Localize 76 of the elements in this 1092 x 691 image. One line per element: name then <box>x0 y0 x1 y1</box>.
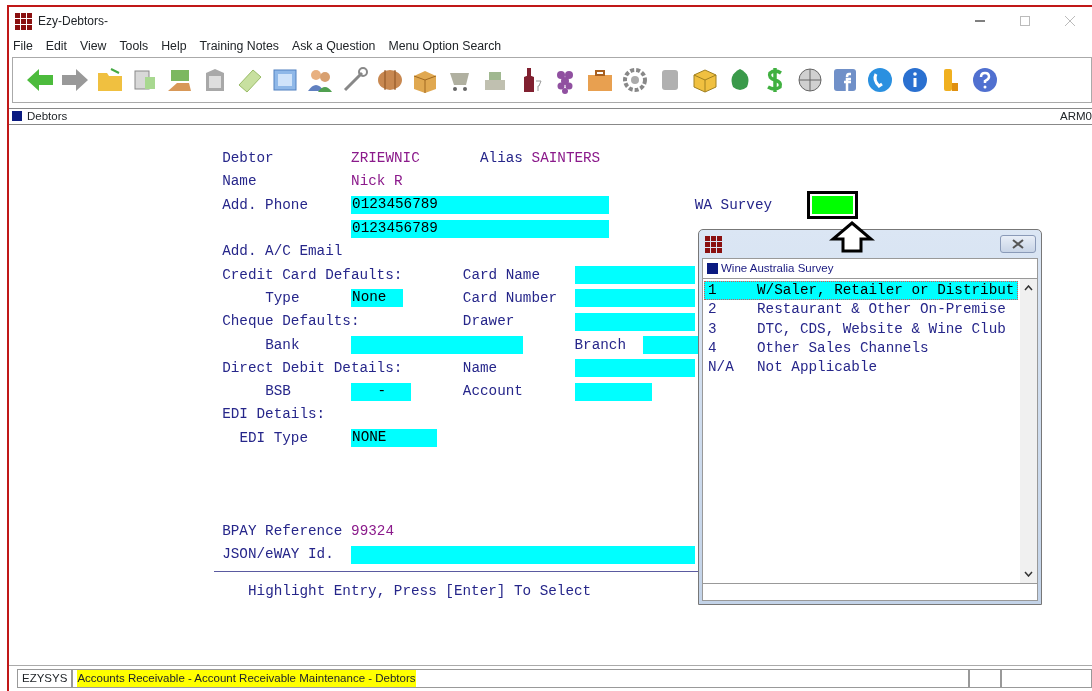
help-icon[interactable] <box>970 65 1000 95</box>
gear-icon[interactable] <box>620 65 650 95</box>
globe-icon[interactable] <box>795 65 825 95</box>
input-field[interactable] <box>574 266 695 285</box>
scroll-up-icon[interactable] <box>1024 285 1033 291</box>
close-icon <box>1012 239 1024 249</box>
field-value: Nick R <box>351 173 403 191</box>
field-value: 99324 <box>351 522 394 540</box>
menu-item[interactable]: Ask a Question <box>292 36 376 56</box>
field-label: BPAY Reference <box>222 522 343 540</box>
hint-text: Highlight Entry, Press [Enter] To Select <box>248 582 592 602</box>
app-icon <box>15 12 32 30</box>
popup-caption: Wine Australia Survey <box>721 260 834 276</box>
input-field[interactable]: 0123456789 <box>351 196 609 215</box>
up-arrow-icon <box>829 221 875 253</box>
maximize-icon[interactable] <box>1019 16 1030 26</box>
menu-item[interactable]: Menu Option Search <box>388 36 502 56</box>
tab-square-icon <box>12 111 23 122</box>
input-field[interactable] <box>351 336 523 354</box>
field-label: Card Name <box>462 266 541 284</box>
menu-item[interactable]: Training Notes <box>199 36 279 56</box>
app-icon <box>705 235 722 253</box>
field-label: Direct Debit Details: <box>222 359 403 377</box>
input-field[interactable]: 0123456789 <box>351 219 609 238</box>
scroll-down-icon[interactable] <box>1024 571 1033 577</box>
field-label: Credit Card Defaults: <box>222 266 403 284</box>
field-label: JSON/eWAY Id. <box>222 546 334 564</box>
list-item[interactable]: 4 Other Sales Channels <box>704 338 1018 359</box>
input-field[interactable]: - <box>351 382 412 401</box>
field-label: Card Number <box>462 289 558 307</box>
list-item[interactable]: 3 DTC, CDS, Website & Wine Club <box>704 319 1018 339</box>
field-label: Alias <box>480 150 523 168</box>
input-field[interactable] <box>574 359 695 378</box>
field-label: Branch <box>574 336 626 354</box>
list-item[interactable]: 2 Restaurant & Other On-Premise <box>704 300 1018 320</box>
field-label: Name <box>222 173 257 191</box>
window-title: Ezy-Debtors- <box>38 13 108 30</box>
field-label: BSB <box>265 383 291 401</box>
input-field[interactable] <box>574 289 695 308</box>
scrollbar[interactable] <box>1020 279 1037 583</box>
screen-code: ARM0 <box>1060 108 1092 124</box>
menu-item[interactable]: Edit <box>45 36 68 56</box>
input-field[interactable]: None <box>351 289 403 308</box>
field-label: Bank <box>265 336 300 354</box>
close-button[interactable] <box>1000 235 1036 253</box>
field-label: WA Survey <box>694 196 773 214</box>
field-label: Cheque Defaults: <box>222 313 360 331</box>
field-label: EDI Details: <box>222 406 326 424</box>
caption-square-icon <box>707 263 718 274</box>
tab[interactable]: Debtors <box>27 107 68 126</box>
field-label: Drawer <box>462 313 515 331</box>
input-field[interactable]: NONE <box>351 429 438 448</box>
status-user: EZYSYS <box>17 669 73 688</box>
menu-item[interactable]: Help <box>161 36 187 56</box>
input-field[interactable] <box>574 382 652 401</box>
input-field[interactable] <box>351 545 695 564</box>
field-label: Type <box>265 289 300 307</box>
field-label: Add. Phone <box>222 196 308 214</box>
list-item[interactable]: 1 W/Saler, Retailer or Distribut <box>704 281 1018 301</box>
field-label: Add. A/C Email <box>222 243 343 261</box>
phone-circle-icon[interactable] <box>865 65 895 95</box>
field-label: EDI Type <box>239 429 308 447</box>
field-label: Account <box>462 383 523 401</box>
field-value: SAINTERS <box>531 150 601 168</box>
input-field[interactable] <box>574 312 695 331</box>
list-item[interactable]: N/A Not Applicable <box>704 358 1018 378</box>
info-icon[interactable] <box>900 65 930 95</box>
field-value: ZRIEWNIC <box>351 150 420 168</box>
field-label: Name <box>462 359 498 377</box>
menu-item[interactable]: File <box>13 36 33 56</box>
close-icon[interactable] <box>1064 16 1075 26</box>
menu-item[interactable]: View <box>80 36 107 56</box>
menu-item[interactable]: Tools <box>119 36 149 56</box>
survey-field[interactable] <box>806 191 859 220</box>
field-label: Debtor <box>222 150 274 168</box>
status-path: Accounts Receivable - Account Receivable Maintenance - Debtors <box>77 669 416 688</box>
